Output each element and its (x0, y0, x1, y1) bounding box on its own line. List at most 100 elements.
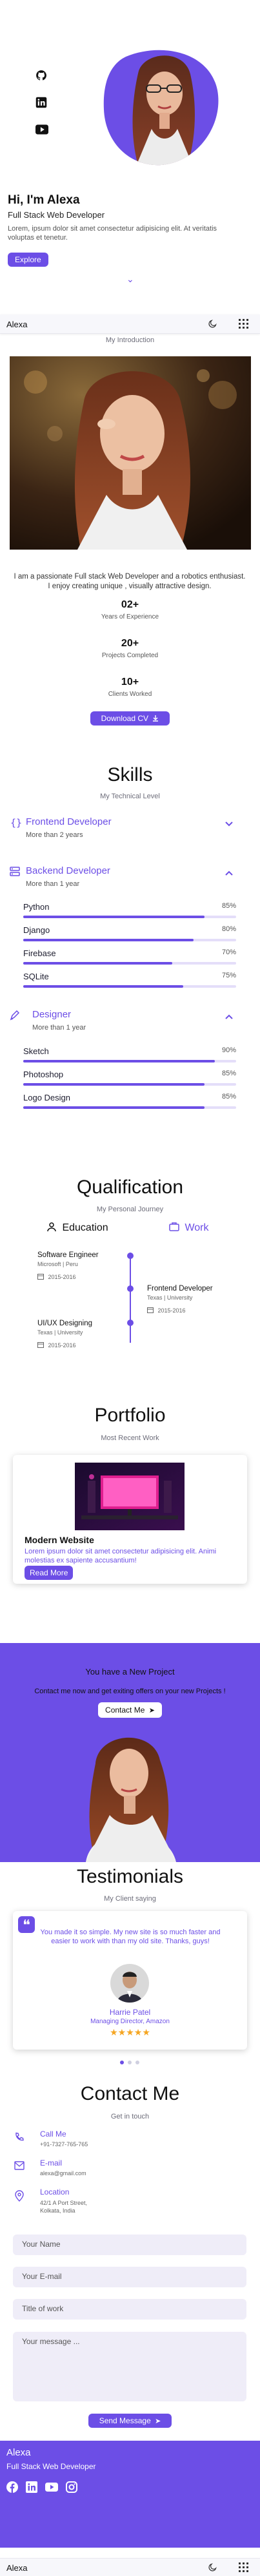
entry-place: Texas | University (147, 1294, 193, 1301)
stat-label: Years of Experience (101, 613, 159, 620)
social-linkedin-icon[interactable] (35, 97, 47, 108)
contact-me-label: Contact Me (105, 1706, 145, 1715)
bottom-brand[interactable]: Alexa (6, 2563, 28, 2573)
skill-name: SQLite (23, 972, 49, 981)
social-youtube-icon[interactable] (35, 124, 48, 135)
skill-name: Firebase (23, 948, 56, 958)
about-subtitle: My Introduction (105, 336, 155, 344)
portfolio-subtitle: Most Recent Work (101, 1434, 159, 1442)
footer-role: Full Stack Web Developer (6, 2462, 96, 2471)
testimonials-title: Testimonials (76, 1866, 184, 1887)
chevron-up-icon[interactable] (225, 1014, 234, 1020)
social-github-icon[interactable] (35, 70, 47, 81)
skill-name: Python (23, 902, 50, 912)
skill-group-frontend[interactable]: {} Frontend Developer More than 2 years (8, 816, 253, 841)
entry-date: 2015-2016 (157, 1307, 186, 1314)
carousel-dot[interactable] (135, 2061, 139, 2064)
stat-clients: 10+ Clients Worked (0, 677, 260, 698)
tab-education[interactable]: Education (46, 1222, 108, 1236)
skill-name: Django (23, 925, 50, 935)
skill-name: Photoshop (23, 1070, 64, 1079)
project-image (75, 1463, 185, 1530)
stat-value: 02+ (121, 599, 139, 610)
skill-percent: 85% (221, 1070, 236, 1077)
star-icon: ★ (126, 2027, 134, 2037)
entry-date-row: 2015-2016 (37, 1341, 121, 1349)
quote-glyph: ❝ (23, 1917, 30, 1933)
cta-portrait-image (70, 1725, 192, 1862)
contact-value[interactable]: 42/1 A Port Street, Kolkata, India (40, 2199, 105, 2215)
menu-grid-icon[interactable] (239, 2562, 248, 2572)
theme-toggle-moon-icon[interactable] (208, 319, 217, 329)
contact-label: Location (40, 2187, 70, 2196)
footer-facebook-icon[interactable] (6, 2481, 18, 2493)
footer-instagram-icon[interactable] (66, 2481, 77, 2493)
skill-row: SQLite 75% (23, 972, 236, 988)
skill-percent: 90% (221, 1046, 236, 1054)
hero-section: Hi, I'm Alexa Full Stack Web Developer L… (0, 0, 260, 309)
stat-value: 10+ (121, 677, 139, 687)
header-brand[interactable]: Alexa (6, 320, 28, 329)
stat-experience: 02+ Years of Experience (0, 599, 260, 620)
stat-label: Projects Completed (101, 652, 159, 659)
calendar-icon (147, 1307, 154, 1313)
quote-icon: ❝ (18, 1916, 35, 1933)
testimonials-subtitle: My Client saying (104, 1895, 156, 1903)
contact-subtitle: Get in touch (110, 2113, 150, 2120)
project-cta-section: You have a New Project Contact me now an… (0, 1643, 260, 1862)
rating-stars: ★★★★★ (13, 2027, 247, 2039)
skill-row: Django 80% (23, 925, 236, 941)
skill-bar-fill (23, 962, 172, 965)
contact-value[interactable]: +91-7327-765-765 (40, 2141, 88, 2148)
testimonial-card: ❝ You made it so simple. My new site is … (13, 1911, 247, 2050)
contact-label: E-mail (40, 2158, 63, 2167)
carousel-dot[interactable] (128, 2061, 132, 2064)
read-more-button[interactable]: Read More (25, 1566, 74, 1580)
skill-percent: 85% (221, 1093, 236, 1101)
email-field[interactable]: Your E-mail (13, 2267, 246, 2287)
skill-group-designer[interactable]: Designer More than 1 year (8, 1008, 253, 1034)
chevron-up-icon[interactable] (225, 870, 234, 876)
tab-education-label: Education (62, 1222, 108, 1233)
star-icon: ★ (142, 2027, 150, 2037)
footer-youtube-icon[interactable] (45, 2483, 58, 2492)
contact-me-button[interactable]: Contact Me ➤ (98, 1702, 162, 1718)
tab-work[interactable]: Work (169, 1222, 209, 1236)
explore-button[interactable]: Explore (8, 253, 48, 267)
theme-toggle-moon-icon[interactable] (208, 2562, 217, 2572)
timeline-dot (127, 1253, 134, 1259)
bottom-nav-bar: Alexa (0, 2558, 260, 2576)
skill-group-backend[interactable]: Backend Developer More than 1 year (8, 865, 253, 890)
footer-linkedin-icon[interactable] (26, 2481, 37, 2493)
testimonial-quote: You made it so simple. My new site is so… (40, 1928, 221, 1945)
skill-bar-track (23, 962, 236, 965)
message-field[interactable]: Your message ... (13, 2332, 246, 2401)
download-cv-label: Download CV (101, 714, 149, 723)
project-title: Modern Website (25, 1535, 94, 1545)
skill-percent: 85% (221, 902, 236, 910)
hero-greeting: Hi, I'm Alexa (8, 193, 80, 207)
chevron-down-icon[interactable] (225, 821, 234, 827)
name-field[interactable]: Your Name (13, 2235, 246, 2255)
skill-group-experience: More than 1 year (32, 1024, 86, 1032)
menu-grid-icon[interactable] (239, 319, 248, 329)
skill-group-name: Frontend Developer (26, 816, 112, 827)
qualification-entry: Frontend Developer Texas | University 20… (147, 1285, 244, 1314)
phone-icon (14, 2132, 25, 2142)
download-cv-button[interactable]: Download CV (90, 711, 170, 726)
skill-bar-fill (23, 1106, 205, 1109)
portfolio-card: Modern Website Lorem ipsum dolor sit ame… (13, 1455, 247, 1584)
work-title-field[interactable]: Title of work (13, 2299, 246, 2320)
about-image (10, 356, 251, 550)
hero-profile-image (100, 45, 223, 168)
cta-heading: You have a New Project (85, 1667, 175, 1677)
contact-value[interactable]: alexa@gmail.com (40, 2170, 86, 2177)
send-message-button[interactable]: Send Message ➤ (88, 2414, 172, 2428)
carousel-dot-active[interactable] (120, 2061, 124, 2064)
skill-name: Sketch (23, 1046, 49, 1056)
skill-bar-track (23, 1083, 236, 1086)
skill-bar-track (23, 985, 236, 988)
contact-call: Call Me +91-7327-765-765 (14, 2129, 208, 2155)
scroll-down-icon[interactable]: ⌄ (126, 274, 134, 285)
skill-percent: 75% (221, 972, 236, 979)
